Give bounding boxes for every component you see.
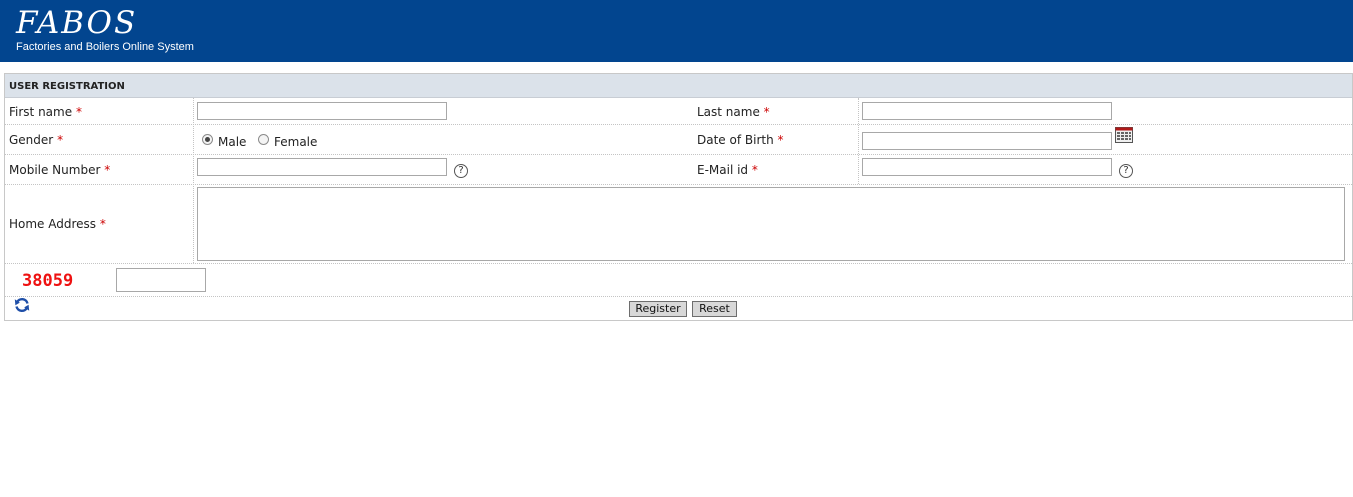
refresh-captcha-icon[interactable] <box>14 297 30 313</box>
mobile-number-input[interactable] <box>197 158 447 176</box>
section-header: USER REGISTRATION <box>5 74 1352 98</box>
registration-form: USER REGISTRATION First name * Last name… <box>4 73 1353 321</box>
gender-female-radio[interactable] <box>258 134 269 145</box>
last-name-label: Last name * <box>697 105 770 119</box>
email-label: E-Mail id * <box>697 163 758 177</box>
captcha-input[interactable] <box>116 268 206 292</box>
gender-male-label[interactable]: Male <box>218 135 246 149</box>
first-name-input[interactable] <box>197 102 447 120</box>
mobile-number-label: Mobile Number * <box>9 163 111 177</box>
gender-label: Gender * <box>9 133 64 147</box>
row-divider <box>5 154 1352 155</box>
calendar-icon[interactable] <box>1115 127 1133 143</box>
gender-female-label[interactable]: Female <box>274 135 317 149</box>
first-name-label: First name * <box>9 105 82 119</box>
email-input[interactable] <box>862 158 1112 176</box>
mobile-help-icon[interactable]: ? <box>454 164 468 178</box>
column-divider <box>193 98 194 263</box>
dob-label: Date of Birth * <box>697 133 784 147</box>
section-title: USER REGISTRATION <box>9 81 125 92</box>
home-address-label: Home Address * <box>9 217 106 231</box>
gender-male-radio[interactable] <box>202 134 213 145</box>
reset-button[interactable]: Reset <box>692 301 737 317</box>
row-divider <box>5 184 1352 185</box>
home-address-textarea[interactable] <box>197 187 1345 261</box>
row-divider <box>5 296 1352 297</box>
site-logo: FABOS <box>16 5 138 41</box>
site-subtitle: Factories and Boilers Online System <box>16 41 194 53</box>
captcha-code: 38059 <box>22 271 74 291</box>
email-help-icon[interactable]: ? <box>1119 164 1133 178</box>
column-divider <box>858 98 859 184</box>
last-name-input[interactable] <box>862 102 1112 120</box>
row-divider <box>5 124 1352 125</box>
dob-input[interactable] <box>862 132 1112 150</box>
row-divider <box>5 263 1352 264</box>
register-button[interactable]: Register <box>629 301 687 317</box>
site-header: FABOS Factories and Boilers Online Syste… <box>0 0 1353 62</box>
